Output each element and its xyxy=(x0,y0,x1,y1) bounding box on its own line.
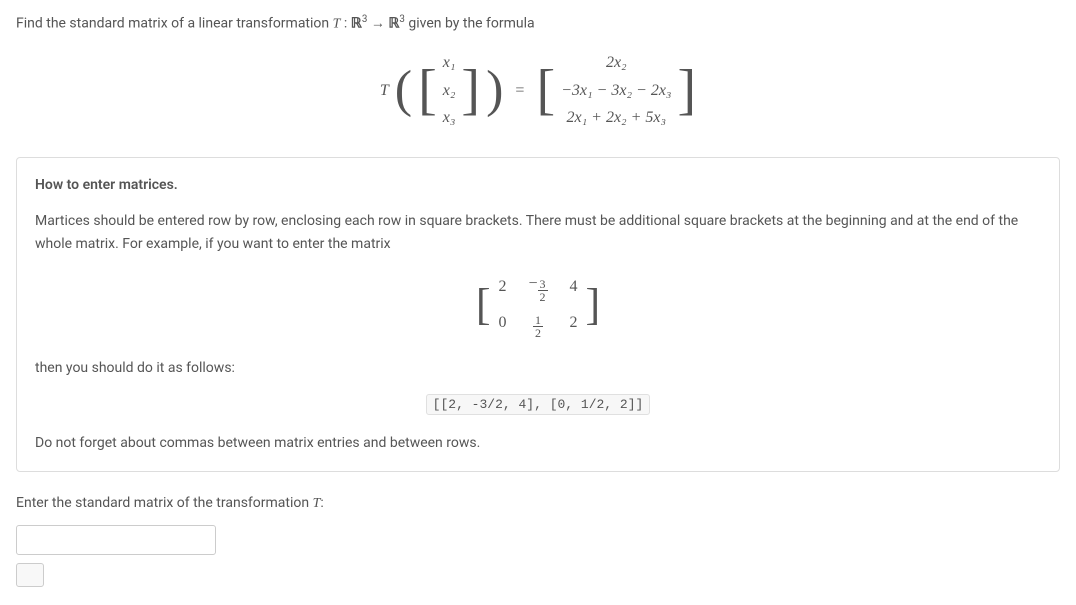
sym-R-codomain: ℝ xyxy=(388,17,399,32)
iv-2: x₃ xyxy=(443,105,456,131)
submit-button[interactable] xyxy=(16,563,44,587)
code-text: [[2, -3/2, 4], [0, 1/2, 2]] xyxy=(426,394,651,415)
arrow: → xyxy=(367,16,388,32)
prompt-suffix: : xyxy=(320,495,323,511)
prompt-prefix: Enter the standard matrix of the transfo… xyxy=(16,495,313,511)
instructions-p1: Martices should be entered row by row, e… xyxy=(35,210,1041,255)
sym-R-domain: ℝ xyxy=(351,17,362,32)
instructions-p2: Do not forget about commas between matri… xyxy=(35,432,1041,454)
formula-T: T xyxy=(380,78,389,104)
iv-1: x₂ xyxy=(443,78,456,104)
formula-block: T ( [ x₁ x₂ x₃ ] ) = [ 2x₂ −3x₁ − 3x₂ − … xyxy=(16,48,1060,133)
instructions-box: How to enter matrices. Martices should b… xyxy=(16,157,1060,472)
answer-input[interactable] xyxy=(16,525,216,555)
question-suffix: given by the formula xyxy=(405,16,535,32)
m01: −32 xyxy=(528,271,547,303)
instructions-heading: How to enter matrices. xyxy=(35,174,1041,196)
colon: : xyxy=(340,16,350,32)
paren-close: ) xyxy=(486,64,503,116)
m02: 4 xyxy=(570,274,578,300)
paren-open: ( xyxy=(395,64,412,116)
m12: 2 xyxy=(570,310,578,336)
eq-sign: = xyxy=(515,78,524,104)
input-vector: [ x₁ x₂ x₃ ] xyxy=(418,48,480,133)
question-text: Find the standard matrix of a linear tra… xyxy=(16,12,1060,36)
ov-2: 2x₁ + 2x₂ + 5x₃ xyxy=(561,105,671,131)
output-vector: [ 2x₂ −3x₁ − 3x₂ − 2x₃ 2x₁ + 2x₂ + 5x₃ ] xyxy=(536,48,696,133)
then-text: then you should do it as follows: xyxy=(35,357,1041,379)
ov-0: 2x₂ xyxy=(561,50,671,76)
ov-1: −3x₁ − 3x₂ − 2x₃ xyxy=(561,78,671,104)
code-example: [[2, -3/2, 4], [0, 1/2, 2]] xyxy=(35,393,1041,416)
m00: 2 xyxy=(498,274,506,300)
example-matrix: [ 2 −32 4 0 12 2 ] xyxy=(35,269,1041,341)
answer-prompt: Enter the standard matrix of the transfo… xyxy=(16,492,1060,515)
m11: 12 xyxy=(528,307,547,339)
iv-0: x₁ xyxy=(443,50,456,76)
m10: 0 xyxy=(498,310,506,336)
question-prefix: Find the standard matrix of a linear tra… xyxy=(16,16,333,32)
